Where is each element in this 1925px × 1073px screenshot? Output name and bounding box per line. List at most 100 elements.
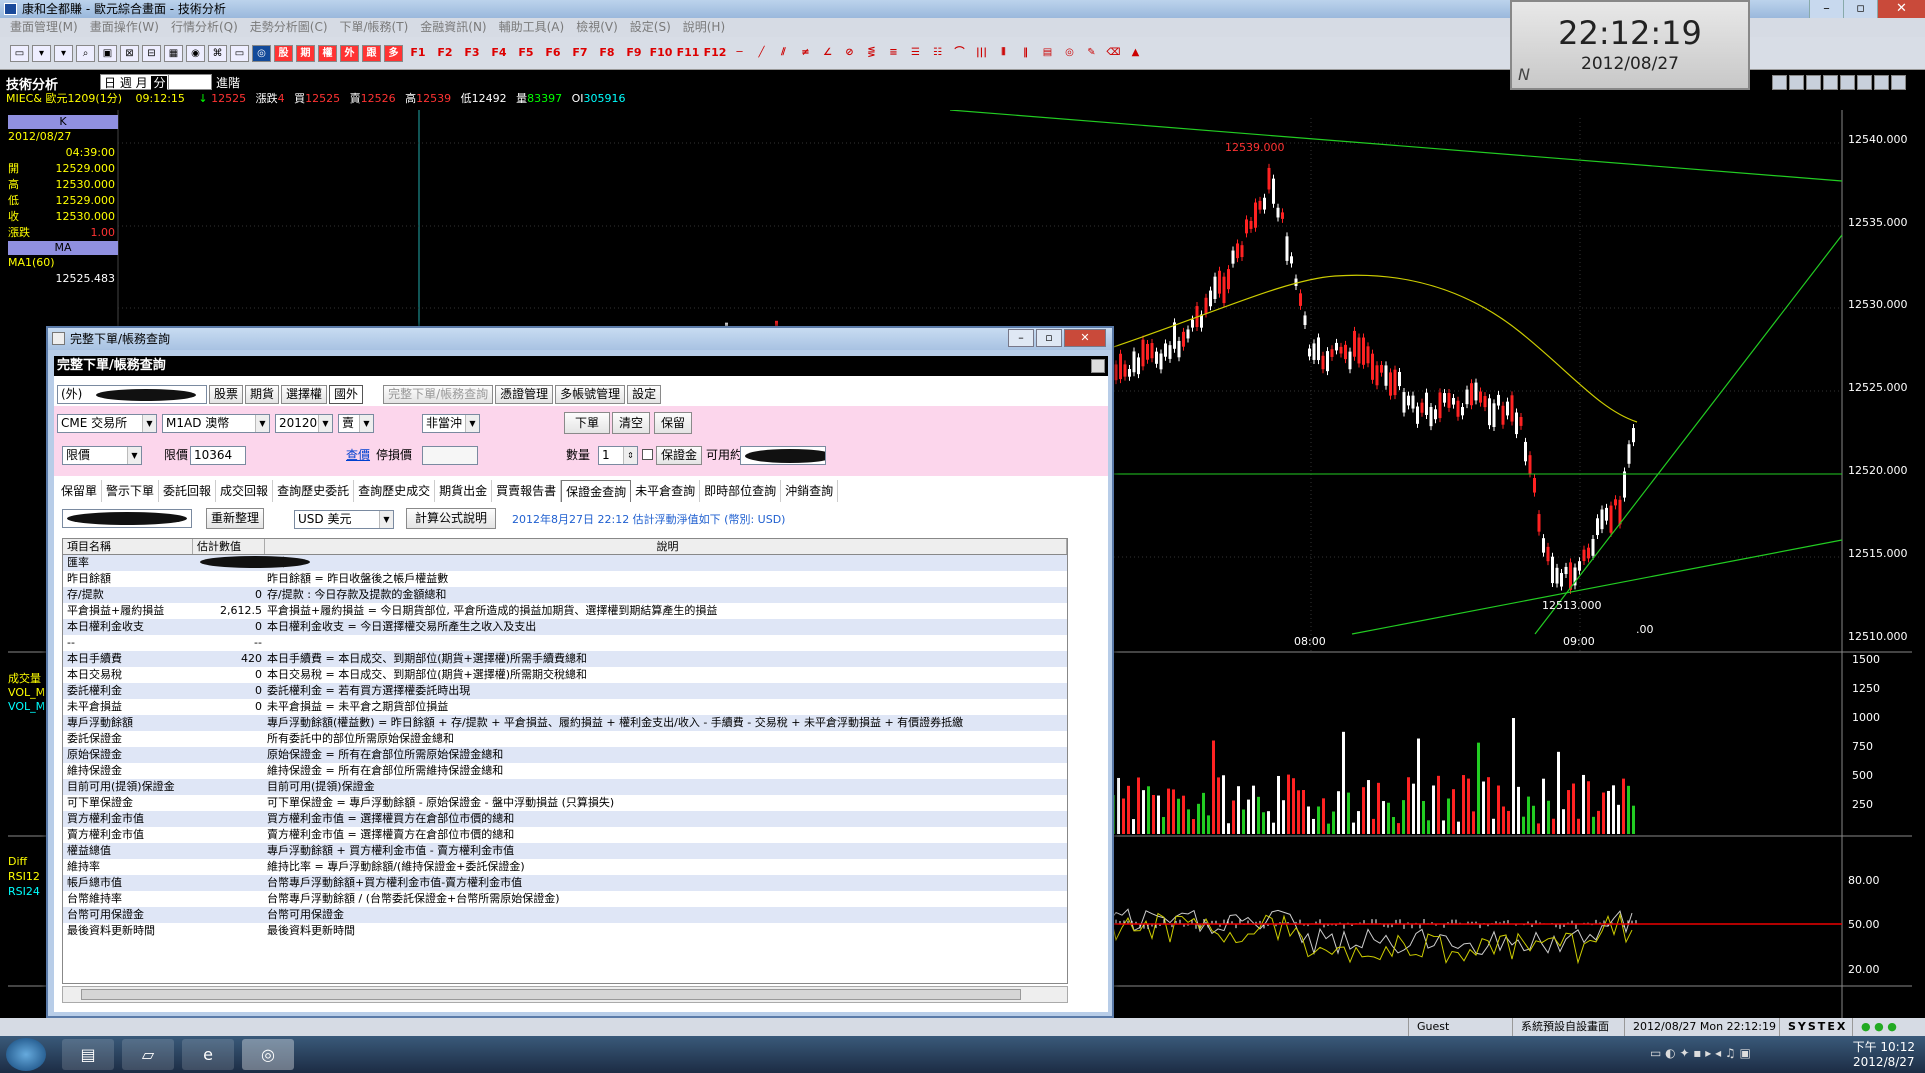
pen-icon[interactable]: ✎ [1082,45,1101,62]
f12-button[interactable]: F12 [703,45,727,62]
tab-stock[interactable]: 股票 [209,385,244,404]
draw-time-icon[interactable]: ⦀ [994,45,1013,62]
layout-icon[interactable]: ▭ [10,45,29,62]
table-row[interactable]: 昨日餘額 昨日餘額 = 昨日收盤後之帳戶權益數 [63,571,1067,587]
keep-button[interactable]: 保留 [654,412,693,434]
print-chart-icon[interactable] [1857,75,1872,90]
table-row[interactable]: 賣方權利金市值 賣方權利金市值 = 選擇權賣方在倉部位市價的總和 [63,827,1067,843]
minimize-button[interactable]: – [1809,0,1843,18]
price-type-select[interactable]: 限價 ▼ [62,446,142,465]
menu-item[interactable]: 檢視(V) [570,18,624,37]
tab-open-positions[interactable]: 未平倉查詢 [631,480,701,502]
explorer-icon[interactable]: ▤ [62,1039,114,1070]
tile-icon[interactable]: ⊠ [120,45,139,62]
table-row[interactable]: 台幣可用保證金 台幣可用保證金 [63,907,1067,923]
table-row[interactable]: 專戶浮動餘額 專戶浮動餘額(權益數) = 昨日餘額 + 存/提款 + 平倉損益、履… [63,715,1067,731]
tab-keep-orders[interactable]: 保留單 [57,480,103,502]
fit-icon[interactable] [1840,75,1855,90]
draw-circle-icon[interactable]: ◎ [1060,45,1079,62]
table-row[interactable]: 原始保證金 原始保證金 = 所有在倉部位所需原始保證金總和 [63,747,1067,763]
eraser-icon[interactable]: ⌫ [1104,45,1123,62]
zoom-out-icon[interactable] [1806,75,1821,90]
start-button[interactable] [6,1038,46,1071]
table-row[interactable]: 委託保證金 所有委託中的部位所需原始保證金總和 [63,731,1067,747]
settings-button[interactable]: 設定 [627,385,662,404]
draw-line-icon[interactable]: ─ [730,45,749,62]
tab-history-orders[interactable]: 查詢歷史委託 [273,480,355,502]
f10-button[interactable]: F10 [649,45,673,62]
link-icon[interactable]: ⌘ [208,45,227,62]
shortcut-follow-button[interactable]: 跟 [362,45,381,62]
taskbar-clock[interactable]: 下午 10:12 2012/8/27 [1853,1040,1915,1070]
dialog-minimize-button[interactable]: – [1008,329,1034,347]
draw-fibo-icon[interactable]: ☰ [906,45,925,62]
side-select[interactable]: 賣 ▼ [338,414,374,433]
account-select[interactable]: (外) [57,385,207,404]
stop-price-input[interactable] [422,446,478,465]
dialog-close-button[interactable]: ✕ [1064,329,1106,347]
split-icon[interactable]: ⊟ [142,45,161,62]
table-row[interactable]: 帳戶總市值 台幣專戶浮動餘額+買方權利金市值-賣方權利金市值 [63,875,1067,891]
settings-chart-icon[interactable] [1891,75,1906,90]
draw-channel-icon[interactable]: ≠ [796,45,815,62]
table-row[interactable]: 維持保證金 維持保證金 = 所有在倉部位所需維持保證金總和 [63,763,1067,779]
close-button[interactable]: ✕ [1877,0,1925,18]
f8-button[interactable]: F8 [595,45,619,62]
menu-item[interactable]: 設定(S) [624,18,677,37]
menu-item[interactable]: 輔助工具(A) [493,18,571,37]
draw-trend-icon[interactable]: ╱ [752,45,771,62]
grid-icon[interactable]: ▦ [164,45,183,62]
menu-item[interactable]: 畫面操作(W) [84,18,165,37]
draw-angle-icon[interactable]: ∠ [818,45,837,62]
menu-item[interactable]: 走勢分析圖(C) [244,18,334,37]
shortcut-options-button[interactable]: 權 [318,45,337,62]
table-row[interactable]: 平倉損益+履約損益 2,612.5 平倉損益+履約損益 = 今日期貨部位, 平倉所造… [63,603,1067,619]
refresh-button[interactable]: 重新整理 [206,508,265,529]
draw-cycle-icon[interactable]: ||| [972,45,991,62]
ie-icon[interactable]: e [182,1039,234,1070]
monitor-icon[interactable]: ▭ [230,45,249,62]
shortcut-futures-button[interactable]: 期 [296,45,315,62]
save-chart-icon[interactable] [1874,75,1889,90]
f9-button[interactable]: F9 [622,45,646,62]
notes-icon[interactable]: ▱ [122,1039,174,1070]
query-account-select[interactable] [62,509,192,528]
tab-offset-query[interactable]: 沖銷查詢 [781,480,839,502]
shortcut-stock-button[interactable]: 股 [274,45,293,62]
f3-button[interactable]: F3 [460,45,484,62]
dialog-maximize-button[interactable]: ▫ [1036,329,1062,347]
tab-fill-report[interactable]: 成交回報 [216,480,274,502]
offset-select[interactable]: 非當沖 ▼ [422,414,480,433]
f6-button[interactable]: F6 [541,45,565,62]
exchange-select[interactable]: CME 交易所 ▼ [57,414,157,433]
draw-rect-icon[interactable]: ⊘ [840,45,859,62]
product-select[interactable]: M1AD 澳幣 ▼ [162,414,270,433]
period-selected[interactable]: 分 [151,76,168,90]
horizontal-scrollbar[interactable] [62,986,1068,1003]
order-button[interactable]: 下單 [564,412,611,434]
full-order-button[interactable]: 完整下單/帳務查詢 [383,385,494,404]
table-row[interactable]: 台幣維持率 台幣專戶浮動餘額 / (台幣委託保證金+台幣所需原始保證金) [63,891,1067,907]
table-row[interactable]: 本日權利金收支 0 本日權利金收支 = 今日選擇權交易所產生之收入及支出 [63,619,1067,635]
tab-withdraw[interactable]: 期貨出金 [435,480,493,502]
zoom-in-icon[interactable] [1823,75,1838,90]
stepper-arrows-icon[interactable]: ⇕ [623,447,637,464]
concord-app-icon[interactable]: ◎ [242,1039,294,1070]
table-row[interactable]: 維持率 維持比率 = 專戶浮動餘額/(維持保證金+委託保證金) [63,859,1067,875]
tab-foreign[interactable]: 國外 [329,385,364,404]
draw-zone-icon[interactable]: ‖ [1016,45,1035,62]
currency-select[interactable]: USD 美元 ▼ [294,510,394,529]
table-row[interactable]: 最後資料更新時間 最後資料更新時間 [63,923,1067,939]
scroll-thumb[interactable] [81,989,1021,1000]
tab-options[interactable]: 選擇權 [281,385,328,404]
table-row[interactable]: 可下單保證金 可下單保證金 = 專戶浮動餘額 - 原始保證金 - 盤中浮動損益 (… [63,795,1067,811]
period-count-select[interactable]: 1 ▾ [168,74,212,90]
shortcut-multi-button[interactable]: 多 [384,45,403,62]
window-icon[interactable]: ▣ [98,45,117,62]
tab-order-report[interactable]: 委託回報 [159,480,217,502]
f4-button[interactable]: F4 [487,45,511,62]
print-icon[interactable]: ▾ [54,45,73,62]
concord-logo-icon[interactable]: ◎ [252,45,271,62]
menu-item[interactable]: 行情分析(Q) [165,18,244,37]
draw-grid-icon[interactable]: ▤ [1038,45,1057,62]
